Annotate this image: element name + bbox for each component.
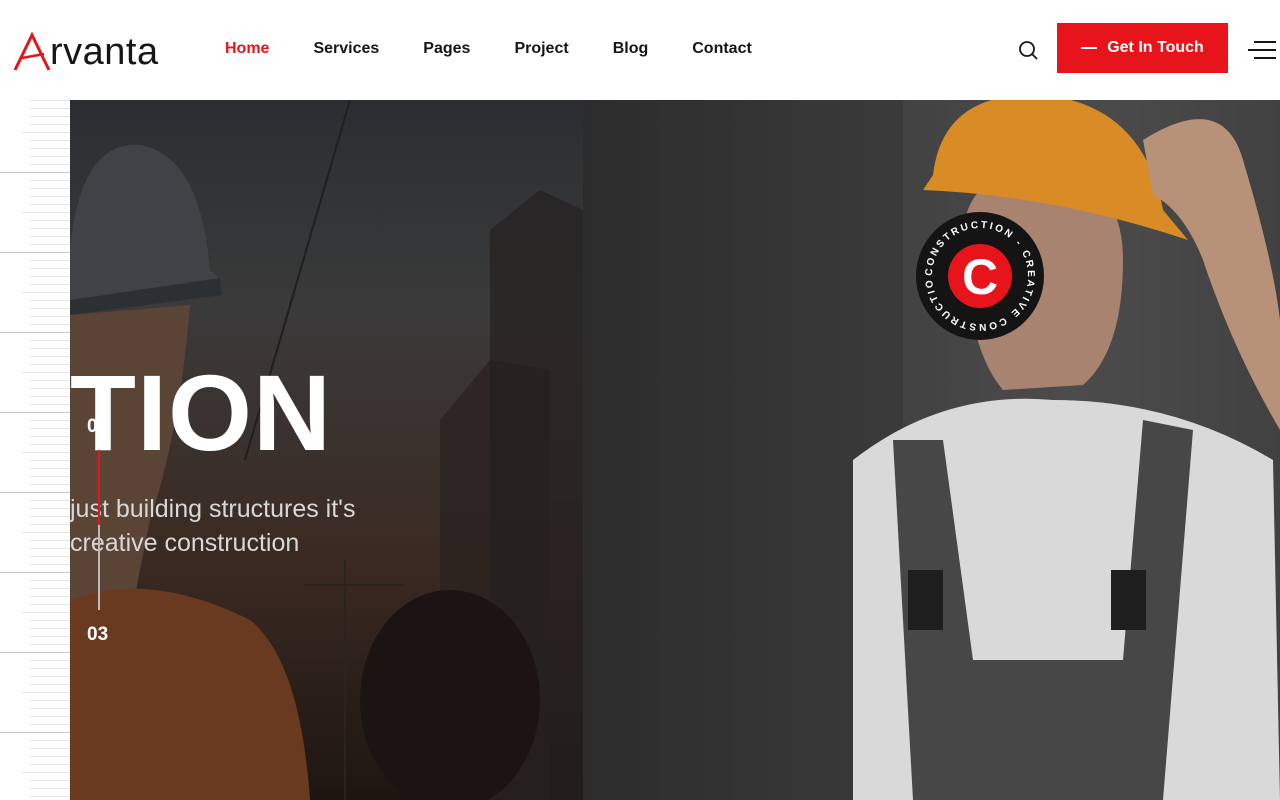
hero-subtitle-line-1: just building structures it's: [70, 495, 356, 523]
site-header: rvanta Home Services Pages Project Blog …: [0, 0, 1280, 100]
slide-progress-fill: [98, 450, 100, 525]
nav-item-home[interactable]: Home: [225, 38, 269, 60]
nav-item-services[interactable]: Services: [313, 38, 379, 60]
worker-photo-image: [853, 100, 1280, 800]
nav-item-blog[interactable]: Blog: [613, 38, 649, 60]
ruler-ticks: [0, 100, 70, 797]
hero-subtitle-line-2: creative construction: [70, 529, 300, 557]
slide-progress-track: [98, 450, 100, 610]
search-icon[interactable]: [1016, 38, 1040, 62]
badge-letter: C: [962, 249, 998, 305]
hero-image-right: [583, 100, 1280, 800]
logo-text: rvanta: [50, 31, 159, 73]
get-in-touch-button[interactable]: Get In Touch: [1057, 23, 1228, 73]
dash-icon: [1081, 47, 1098, 49]
logo-a-mark: [13, 32, 51, 71]
ruler-strip: [0, 100, 70, 800]
hamburger-icon[interactable]: [1246, 38, 1276, 62]
hero-title: TION: [70, 352, 332, 473]
hero-subtitle: just building structures it's creative c…: [70, 492, 490, 560]
logo[interactable]: rvanta: [12, 28, 159, 72]
nav-item-pages[interactable]: Pages: [423, 38, 470, 60]
creative-construction-badge: CONSTRUCTION - CREATIVE CONSTRUCTION - C…: [909, 202, 1046, 342]
slide-number-next[interactable]: 03: [87, 624, 108, 646]
nav-item-contact[interactable]: Contact: [692, 38, 752, 60]
main-nav: Home Services Pages Project Blog Contact: [225, 38, 796, 60]
nav-item-project[interactable]: Project: [514, 38, 568, 60]
slide-number-current[interactable]: 02: [87, 416, 108, 438]
get-in-touch-label: Get In Touch: [1107, 39, 1204, 56]
hero-slider: TION just building structures it's creat…: [70, 100, 1280, 800]
